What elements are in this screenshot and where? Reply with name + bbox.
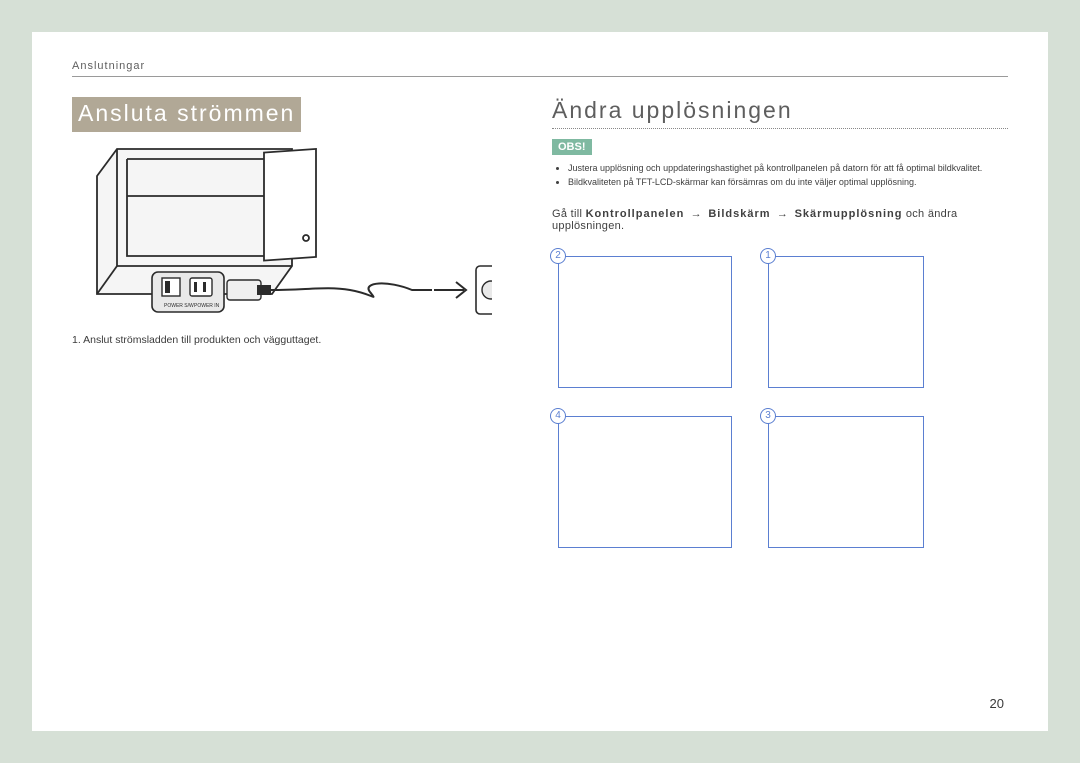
screenshot-placeholder: 2 bbox=[552, 250, 732, 388]
screenshot-placeholder: 3 bbox=[762, 410, 924, 548]
navigation-path: Gå till Kontrollpanelen → Bildskärm → Sk… bbox=[552, 208, 1008, 232]
svg-text:POWER S/W: POWER S/W bbox=[164, 303, 194, 309]
heading-connect-power: Ansluta strömmen bbox=[72, 97, 301, 132]
arrow-icon: → bbox=[691, 208, 702, 220]
note-bullet: Bildkvaliteten på TFT-LCD-skärmar kan fö… bbox=[568, 175, 1008, 189]
step-number-badge: 3 bbox=[760, 408, 776, 424]
path-item: Bildskärm bbox=[708, 208, 770, 220]
step-number-badge: 1 bbox=[760, 248, 776, 264]
page-number: 20 bbox=[990, 696, 1004, 711]
heading-change-resolution: Ändra upplösningen bbox=[552, 97, 1008, 129]
path-prefix: Gå till bbox=[552, 208, 582, 220]
svg-text:POWER IN: POWER IN bbox=[194, 303, 220, 309]
content-columns: Ansluta strömmen bbox=[72, 97, 1008, 548]
note-bullets: Justera upplösning och uppdateringshasti… bbox=[568, 161, 1008, 190]
path-item: Kontrollpanelen bbox=[586, 208, 685, 220]
arrow-icon: → bbox=[777, 208, 788, 220]
step-1-text: 1. Anslut strömsladden till produkten oc… bbox=[72, 334, 512, 346]
screenshot-grid: 2 1 4 3 bbox=[552, 250, 1008, 548]
chapter-header: Anslutningar bbox=[72, 60, 1008, 77]
obs-badge: OBS! bbox=[552, 139, 592, 155]
right-column: Ändra upplösningen OBS! Justera upplösni… bbox=[552, 97, 1008, 548]
step-number-badge: 4 bbox=[550, 408, 566, 424]
note-bullet: Justera upplösning och uppdateringshasti… bbox=[568, 161, 1008, 175]
left-column: Ansluta strömmen bbox=[72, 97, 512, 548]
step-number-badge: 2 bbox=[550, 248, 566, 264]
screenshot-placeholder: 4 bbox=[552, 410, 732, 548]
manual-page: Anslutningar Ansluta strömmen bbox=[32, 32, 1048, 731]
screenshot-placeholder: 1 bbox=[762, 250, 924, 388]
power-connection-illustration: POWER S/W POWER IN bbox=[72, 144, 492, 324]
path-item: Skärmupplösning bbox=[795, 208, 903, 220]
